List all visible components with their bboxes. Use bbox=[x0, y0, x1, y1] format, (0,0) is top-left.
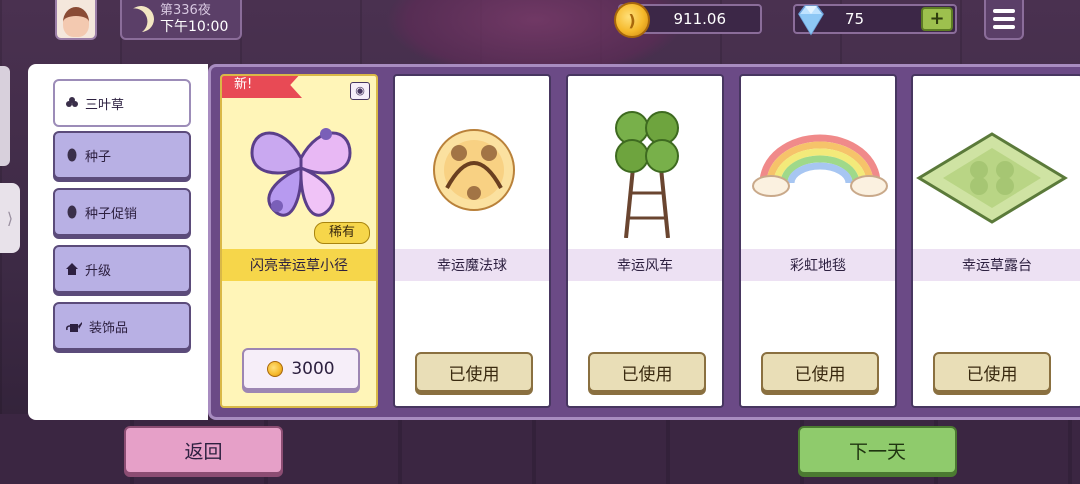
item-card-shiny-clover-path[interactable]: 新! ◉ 稀有 闪亮幸运草小径 3000 bbox=[220, 74, 378, 408]
coin-value: 911.06 bbox=[673, 10, 727, 28]
item-card-rainbow-rug[interactable]: 彩虹地毯 已使用 bbox=[739, 74, 897, 408]
seed-icon bbox=[67, 148, 77, 162]
category-label: 种子促销 bbox=[85, 206, 138, 222]
category-label: 种子 bbox=[85, 149, 112, 165]
category-clover[interactable]: 三叶草 bbox=[53, 79, 191, 127]
used-button[interactable]: 已使用 bbox=[933, 352, 1051, 392]
coin-icon bbox=[267, 361, 284, 377]
clover-icon bbox=[66, 97, 78, 107]
watering-can-icon bbox=[66, 322, 82, 332]
item-card-clover-terrace[interactable]: 幸运草露台 已使用 bbox=[911, 74, 1080, 408]
side-tab[interactable] bbox=[0, 66, 10, 166]
price-value: 3000 bbox=[291, 359, 335, 379]
next-day-button[interactable]: 下一天 bbox=[798, 426, 957, 474]
house-icon bbox=[66, 263, 78, 275]
item-name: 幸运草露台 bbox=[913, 249, 1080, 281]
diamond-icon bbox=[798, 5, 824, 36]
menu-button[interactable] bbox=[984, 0, 1024, 40]
used-button[interactable]: 已使用 bbox=[588, 352, 706, 392]
expand-arrow-icon[interactable]: ⟩ bbox=[0, 183, 20, 253]
category-seed-sale[interactable]: 种子促销 bbox=[53, 188, 191, 236]
menu-line bbox=[993, 9, 1015, 13]
shop-panel: 三叶草 种子 种子促销 升级 装饰品 新! ◉ 稀有 闪亮幸运草小径 3000 … bbox=[28, 64, 1080, 420]
category-label: 升级 bbox=[85, 263, 112, 279]
shiny-clover-path-icon bbox=[250, 128, 352, 217]
coin-balance: ) 911.06 bbox=[614, 2, 762, 38]
avatar-face bbox=[63, 7, 89, 37]
item-name: 闪亮幸运草小径 bbox=[222, 249, 376, 281]
seed-icon bbox=[67, 205, 77, 219]
used-button[interactable]: 已使用 bbox=[415, 352, 533, 392]
category-seeds[interactable]: 种子 bbox=[53, 131, 191, 179]
day-time-panel: 第336夜 下午10:00 bbox=[120, 0, 242, 40]
category-label: 三叶草 bbox=[85, 97, 125, 113]
item-card-magic-ball[interactable]: 幸运魔法球 已使用 bbox=[393, 74, 551, 408]
category-decorations[interactable]: 装饰品 bbox=[53, 302, 191, 350]
windmill-icon bbox=[615, 111, 679, 238]
new-tag: 新! bbox=[222, 76, 302, 98]
night-counter: 第336夜 bbox=[160, 3, 211, 18]
menu-line bbox=[993, 25, 1015, 29]
add-gems-button[interactable]: + bbox=[921, 7, 953, 31]
moon-icon bbox=[124, 2, 157, 35]
gem-value: 75 bbox=[845, 10, 865, 28]
item-card-windmill[interactable]: 幸运风车 已使用 bbox=[566, 74, 724, 408]
buy-button[interactable]: 3000 bbox=[242, 348, 360, 390]
item-name: 幸运魔法球 bbox=[395, 249, 549, 281]
coin-icon: ) bbox=[614, 2, 650, 38]
item-name: 彩虹地毯 bbox=[741, 249, 895, 281]
gem-balance: 75 + bbox=[793, 4, 957, 36]
category-label: 装饰品 bbox=[89, 320, 129, 336]
clock: 下午10:00 bbox=[160, 19, 229, 35]
category-upgrade[interactable]: 升级 bbox=[53, 245, 191, 293]
used-button[interactable]: 已使用 bbox=[761, 352, 879, 392]
rarity-badge: 稀有 bbox=[314, 222, 370, 244]
clover-terrace-icon bbox=[916, 132, 1068, 224]
magic-ball-icon bbox=[433, 129, 515, 211]
back-button[interactable]: 返回 bbox=[124, 426, 283, 474]
player-avatar[interactable] bbox=[55, 0, 97, 40]
item-name: 幸运风车 bbox=[568, 249, 722, 281]
rainbow-rug-icon bbox=[752, 134, 888, 197]
menu-line bbox=[993, 17, 1015, 21]
